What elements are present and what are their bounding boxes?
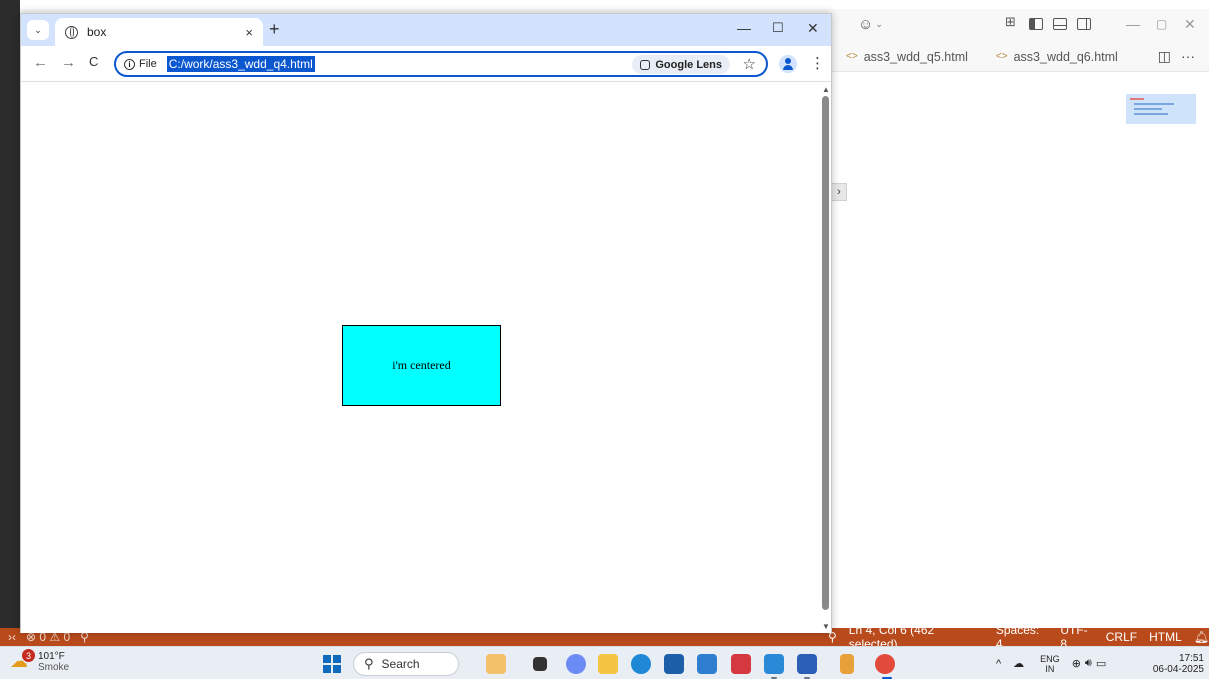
weather-icon: ☁ 3: [10, 649, 35, 673]
tab-title: box: [87, 25, 107, 39]
taskbar-clock[interactable]: 17:51 06-04-2025: [1148, 653, 1204, 675]
centered-box: i'm centered: [342, 325, 501, 406]
lens-label: Google Lens: [655, 58, 722, 71]
tab-search-button[interactable]: ⌄: [27, 20, 49, 40]
vscode-top-strip: [0, 0, 1209, 9]
toggle-primary-sidebar-icon[interactable]: [1029, 18, 1043, 30]
browser-toolbar: ← → C i File C:/work/ass3_wdd_q4.html Go…: [21, 46, 831, 82]
toggle-panel-icon[interactable]: [1053, 18, 1067, 30]
globe-icon: [65, 25, 78, 39]
battery-icon[interactable]: ▭: [1096, 657, 1106, 670]
chevron-up-icon[interactable]: ^: [996, 658, 1001, 670]
vscode-activity-bar: [0, 0, 20, 630]
language-mode[interactable]: HTML: [1149, 630, 1182, 644]
editor-tab-label: ass3_wdd_q6.html: [1013, 49, 1118, 64]
layout-controls: [1005, 12, 1091, 36]
editor-tab-label: ass3_wdd_q5.html: [863, 49, 968, 64]
page-viewport: i'm centered: [21, 82, 821, 633]
centered-box-text: i'm centered: [392, 358, 451, 372]
scheme-label: File: [139, 58, 157, 70]
notifications-bell-icon[interactable]: 🔔︎: [1194, 630, 1209, 644]
customize-layout-icon[interactable]: [1005, 14, 1019, 30]
eol-setting[interactable]: CRLF: [1106, 630, 1137, 644]
close-tab-icon[interactable]: ×: [245, 25, 253, 40]
remote-icon[interactable]: ›‹: [8, 630, 16, 644]
chevron-down-icon[interactable]: ⌄: [875, 19, 883, 30]
edge-browser-icon[interactable]: [631, 654, 651, 674]
status-right: ⚲ Ln 4, Col 6 (462 selected) Spaces: 4 U…: [824, 623, 1209, 651]
notification-badge: 3: [22, 649, 35, 662]
browser-tab-active[interactable]: box ×: [55, 18, 263, 46]
vscode-restore-icon[interactable]: ▢: [1156, 12, 1167, 36]
forward-arrow-icon[interactable]: →: [61, 54, 76, 71]
onedrive-icon[interactable]: ☁: [1013, 657, 1024, 670]
editor-area[interactable]: [832, 72, 1209, 628]
back-arrow-icon[interactable]: ←: [33, 54, 48, 71]
mcafee-icon[interactable]: [731, 654, 751, 674]
toggle-secondary-sidebar-icon[interactable]: [1077, 18, 1091, 30]
browser-menu-icon[interactable]: ⋮: [810, 54, 825, 72]
minimize-icon[interactable]: —: [737, 20, 751, 36]
lens-icon: [640, 59, 651, 70]
windows-start-icon[interactable]: [323, 655, 341, 673]
scrollbar-thumb[interactable]: [822, 96, 829, 610]
weather-temp: 101°F: [38, 651, 65, 662]
clock-time: 17:51: [1178, 653, 1204, 664]
split-editor-icon[interactable]: ◫: [1158, 48, 1171, 65]
site-info-chip[interactable]: i File: [124, 58, 157, 70]
language-indicator[interactable]: ENG IN: [1040, 654, 1060, 674]
editor-tabs: <> ass3_wdd_q5.html <> ass3_wdd_q6.html …: [832, 42, 1209, 72]
copilot-icon[interactable]: ☺: [858, 16, 873, 33]
address-bar[interactable]: i File C:/work/ass3_wdd_q4.html Google L…: [114, 51, 768, 77]
snipping-tool-icon[interactable]: [840, 654, 854, 674]
network-icon[interactable]: ⊕: [1072, 657, 1081, 670]
volume-icon[interactable]: 🔊︎: [1085, 657, 1092, 670]
vscode-minimize-icon[interactable]: —: [1126, 12, 1140, 36]
vertical-scrollbar[interactable]: ▲ ▼: [821, 82, 831, 633]
dell-app-icon[interactable]: [697, 654, 717, 674]
scroll-down-arrow-icon[interactable]: ▼: [822, 622, 830, 631]
browser-window: ⌄ box × + — ☐ ✕ ← → C i File C:/work/ass…: [20, 13, 832, 633]
reload-icon[interactable]: C: [89, 54, 98, 69]
google-lens-button[interactable]: Google Lens: [632, 55, 730, 74]
file-explorer-icon[interactable]: [598, 654, 618, 674]
editor-tab-q5[interactable]: <> ass3_wdd_q5.html: [832, 42, 982, 72]
close-window-icon[interactable]: ✕: [807, 20, 819, 37]
new-tab-button[interactable]: +: [269, 19, 280, 40]
copilot-app-icon[interactable]: [566, 654, 586, 674]
clock-date: 06-04-2025: [1152, 664, 1204, 675]
vscode-icon[interactable]: [764, 654, 784, 674]
task-view-icon[interactable]: [533, 657, 547, 671]
weather-widget[interactable]: ☁ 3 101°F Smoke: [10, 649, 69, 673]
vscode-close-icon[interactable]: ✕: [1184, 12, 1196, 36]
weather-text: 101°F Smoke: [38, 651, 69, 673]
profile-avatar-icon[interactable]: [779, 55, 797, 73]
system-tray: ^ ☁ ENG IN ⊕ 🔊︎ ▭: [996, 647, 1106, 679]
chrome-icon[interactable]: [875, 654, 895, 674]
info-icon: i: [124, 58, 135, 70]
weather-desc: Smoke: [38, 662, 70, 673]
html-file-icon: <>: [846, 51, 858, 62]
browser-tab-strip: ⌄ box × + — ☐ ✕: [21, 14, 831, 46]
search-icon: ⚲: [364, 656, 374, 671]
copilot-widget-icon[interactable]: [486, 654, 506, 674]
scroll-up-arrow-icon[interactable]: ▲: [822, 85, 830, 94]
url-text[interactable]: C:/work/ass3_wdd_q4.html: [166, 56, 315, 72]
language-line2: IN: [1045, 663, 1055, 674]
html-file-icon: <>: [995, 51, 1008, 62]
search-label: Search: [381, 657, 420, 671]
bookmark-star-icon[interactable]: ☆: [743, 55, 756, 73]
editor-tab-actions: ◫ ···: [1158, 48, 1209, 65]
maximize-icon[interactable]: ☐: [772, 20, 784, 36]
language-line1: ENG: [1040, 653, 1060, 664]
minimap[interactable]: [1126, 94, 1196, 124]
store-icon[interactable]: [664, 654, 684, 674]
chevron-right-icon[interactable]: ›: [831, 183, 847, 201]
windows-taskbar: ☁ 3 101°F Smoke ⚲ Search ^ ☁ ENG IN ⊕ 🔊︎…: [0, 646, 1209, 679]
word-icon[interactable]: [797, 654, 817, 674]
editor-tab-q6[interactable]: <> ass3_wdd_q6.html: [982, 42, 1132, 72]
taskbar-search[interactable]: ⚲ Search: [353, 652, 459, 676]
more-actions-icon[interactable]: ···: [1181, 48, 1195, 65]
